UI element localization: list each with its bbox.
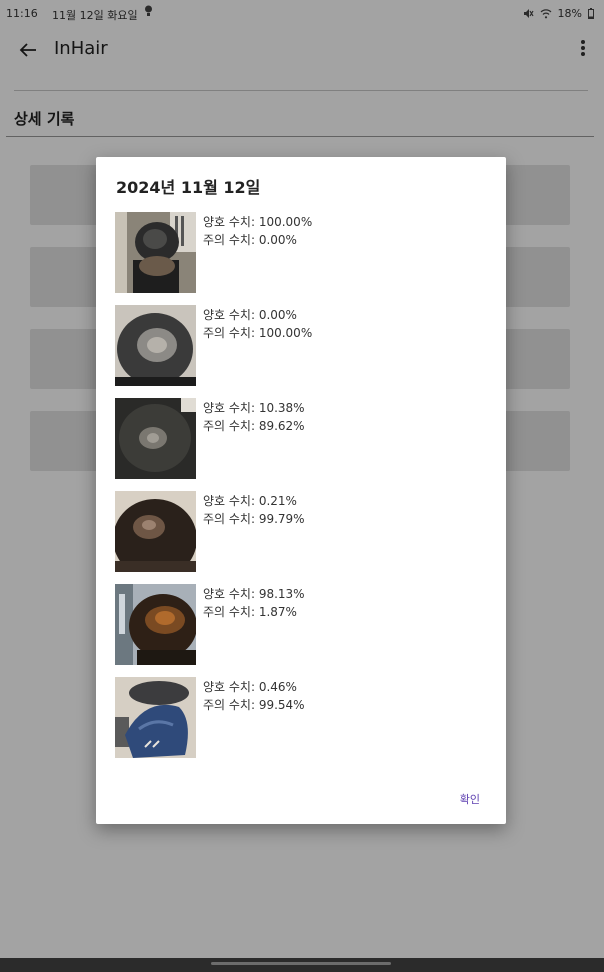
- list-item: 양호 수치: 0.46% 주의 수치: 99.54%: [115, 677, 475, 759]
- scalp-photo: [115, 584, 196, 665]
- dialog-title: 2024년 11월 12일: [116, 178, 261, 197]
- good-value: 양호 수치: 100.00%: [203, 215, 313, 229]
- scalp-photo: [115, 398, 196, 479]
- list-item: 양호 수치: 10.38% 주의 수치: 89.62%: [115, 398, 475, 480]
- good-value: 양호 수치: 0.21%: [203, 494, 297, 508]
- scalp-photo: [115, 677, 196, 758]
- record-values: 양호 수치: 0.00% 주의 수치: 100.00%: [203, 306, 312, 342]
- list-item: 양호 수치: 100.00% 주의 수치: 0.00%: [115, 212, 475, 294]
- scalp-photo: [115, 305, 196, 386]
- record-detail-dialog: 2024년 11월 12일 양호 수치: 100.00% 주의 수치: 0.00…: [96, 157, 506, 824]
- caution-value: 주의 수치: 99.54%: [203, 698, 305, 712]
- confirm-button[interactable]: 확인: [456, 789, 484, 809]
- caution-value: 주의 수치: 1.87%: [203, 605, 297, 619]
- record-values: 양호 수치: 100.00% 주의 수치: 0.00%: [203, 213, 312, 249]
- good-value: 양호 수치: 0.46%: [203, 680, 297, 694]
- record-values: 양호 수치: 98.13% 주의 수치: 1.87%: [203, 585, 305, 621]
- scalp-photo: [115, 212, 196, 293]
- caution-value: 주의 수치: 0.00%: [203, 233, 297, 247]
- list-item: 양호 수치: 0.00% 주의 수치: 100.00%: [115, 305, 475, 387]
- caution-value: 주의 수치: 89.62%: [203, 419, 305, 433]
- record-values: 양호 수치: 0.46% 주의 수치: 99.54%: [203, 678, 305, 714]
- record-values: 양호 수치: 0.21% 주의 수치: 99.79%: [203, 492, 305, 528]
- list-item: 양호 수치: 0.21% 주의 수치: 99.79%: [115, 491, 475, 573]
- list-item: 양호 수치: 98.13% 주의 수치: 1.87%: [115, 584, 475, 666]
- record-values: 양호 수치: 10.38% 주의 수치: 89.62%: [203, 399, 305, 435]
- good-value: 양호 수치: 98.13%: [203, 587, 305, 601]
- scalp-photo: [115, 491, 196, 572]
- caution-value: 주의 수치: 100.00%: [203, 326, 313, 340]
- good-value: 양호 수치: 10.38%: [203, 401, 305, 415]
- caution-value: 주의 수치: 99.79%: [203, 512, 305, 526]
- good-value: 양호 수치: 0.00%: [203, 308, 297, 322]
